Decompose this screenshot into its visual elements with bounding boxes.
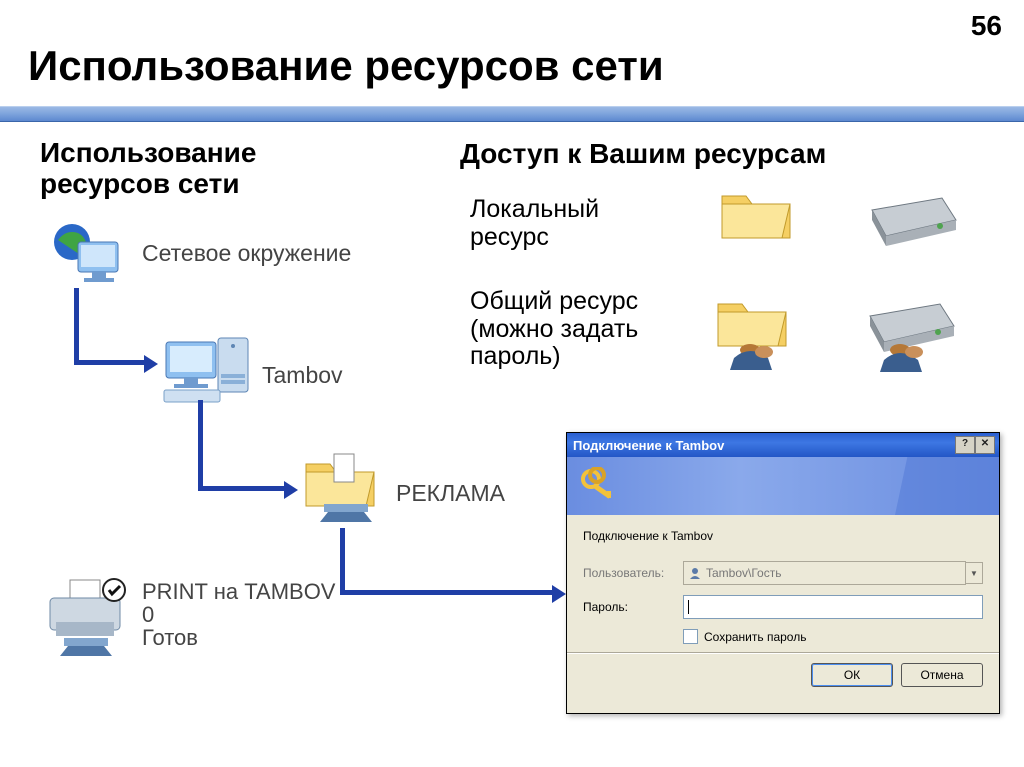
cancel-button[interactable]: Отмена [901,663,983,687]
close-button[interactable]: ✕ [975,436,995,454]
printer-status: Готов [142,626,335,649]
printer-name: PRINT на TAMBOV [142,580,335,603]
dialog-title-text: Подключение к Tambov [573,438,724,453]
right-heading: Доступ к Вашим ресурсам [460,138,826,170]
computer-label: Tambov [262,362,343,389]
printer-block [40,576,136,666]
user-value: Tambov\Гость [706,566,781,580]
user-icon [688,566,702,580]
shared-folder-block [300,450,388,530]
remember-checkbox[interactable] [683,629,698,644]
shared-drive-icon [858,298,966,376]
password-field[interactable] [683,595,983,619]
network-printer-icon [40,576,136,666]
local-resource-text: Локальный ресурс [470,196,599,251]
dialog-banner [567,457,999,515]
printer-label: PRINT на TAMBOV 0 Готов [142,580,335,649]
shared-folder-icon [300,450,388,530]
folder-icon [716,182,796,252]
drive-icon [862,192,962,252]
arrow-3 [340,528,580,618]
password-label: Пароль: [583,600,683,614]
computer-block [160,332,256,408]
user-field[interactable]: Tambov\Гость [683,561,966,585]
dialog-separator [567,652,999,653]
arrow-2 [198,400,308,500]
network-places-label: Сетевое окружение [142,240,351,267]
network-places-icon [48,220,132,290]
dialog-titlebar[interactable]: Подключение к Tambov ? ✕ [567,433,999,457]
dialog-heading: Подключение к Tambov [583,529,983,543]
user-label: Пользователь: [583,566,683,580]
page-title: Использование ресурсов сети [28,42,664,90]
ok-button[interactable]: ОК [811,663,893,687]
page-number: 56 [971,10,1002,42]
left-heading: Использование ресурсов сети [40,138,256,200]
shared-folder-icon [712,290,802,376]
remember-label: Сохранить пароль [704,630,806,644]
shared-resource-text: Общий ресурс (можно задать пароль) [470,288,638,371]
arrow-1 [74,288,174,378]
shared-folder-label: РЕКЛАМА [396,480,505,507]
keys-icon [579,467,619,507]
printer-count: 0 [142,603,335,626]
help-button[interactable]: ? [955,436,975,454]
computer-icon [160,332,256,408]
network-places-block [48,220,132,290]
user-dropdown-button[interactable]: ▼ [966,562,983,584]
connect-dialog: Подключение к Tambov ? ✕ Подключение к T… [566,432,1000,714]
title-rule [0,106,1024,122]
